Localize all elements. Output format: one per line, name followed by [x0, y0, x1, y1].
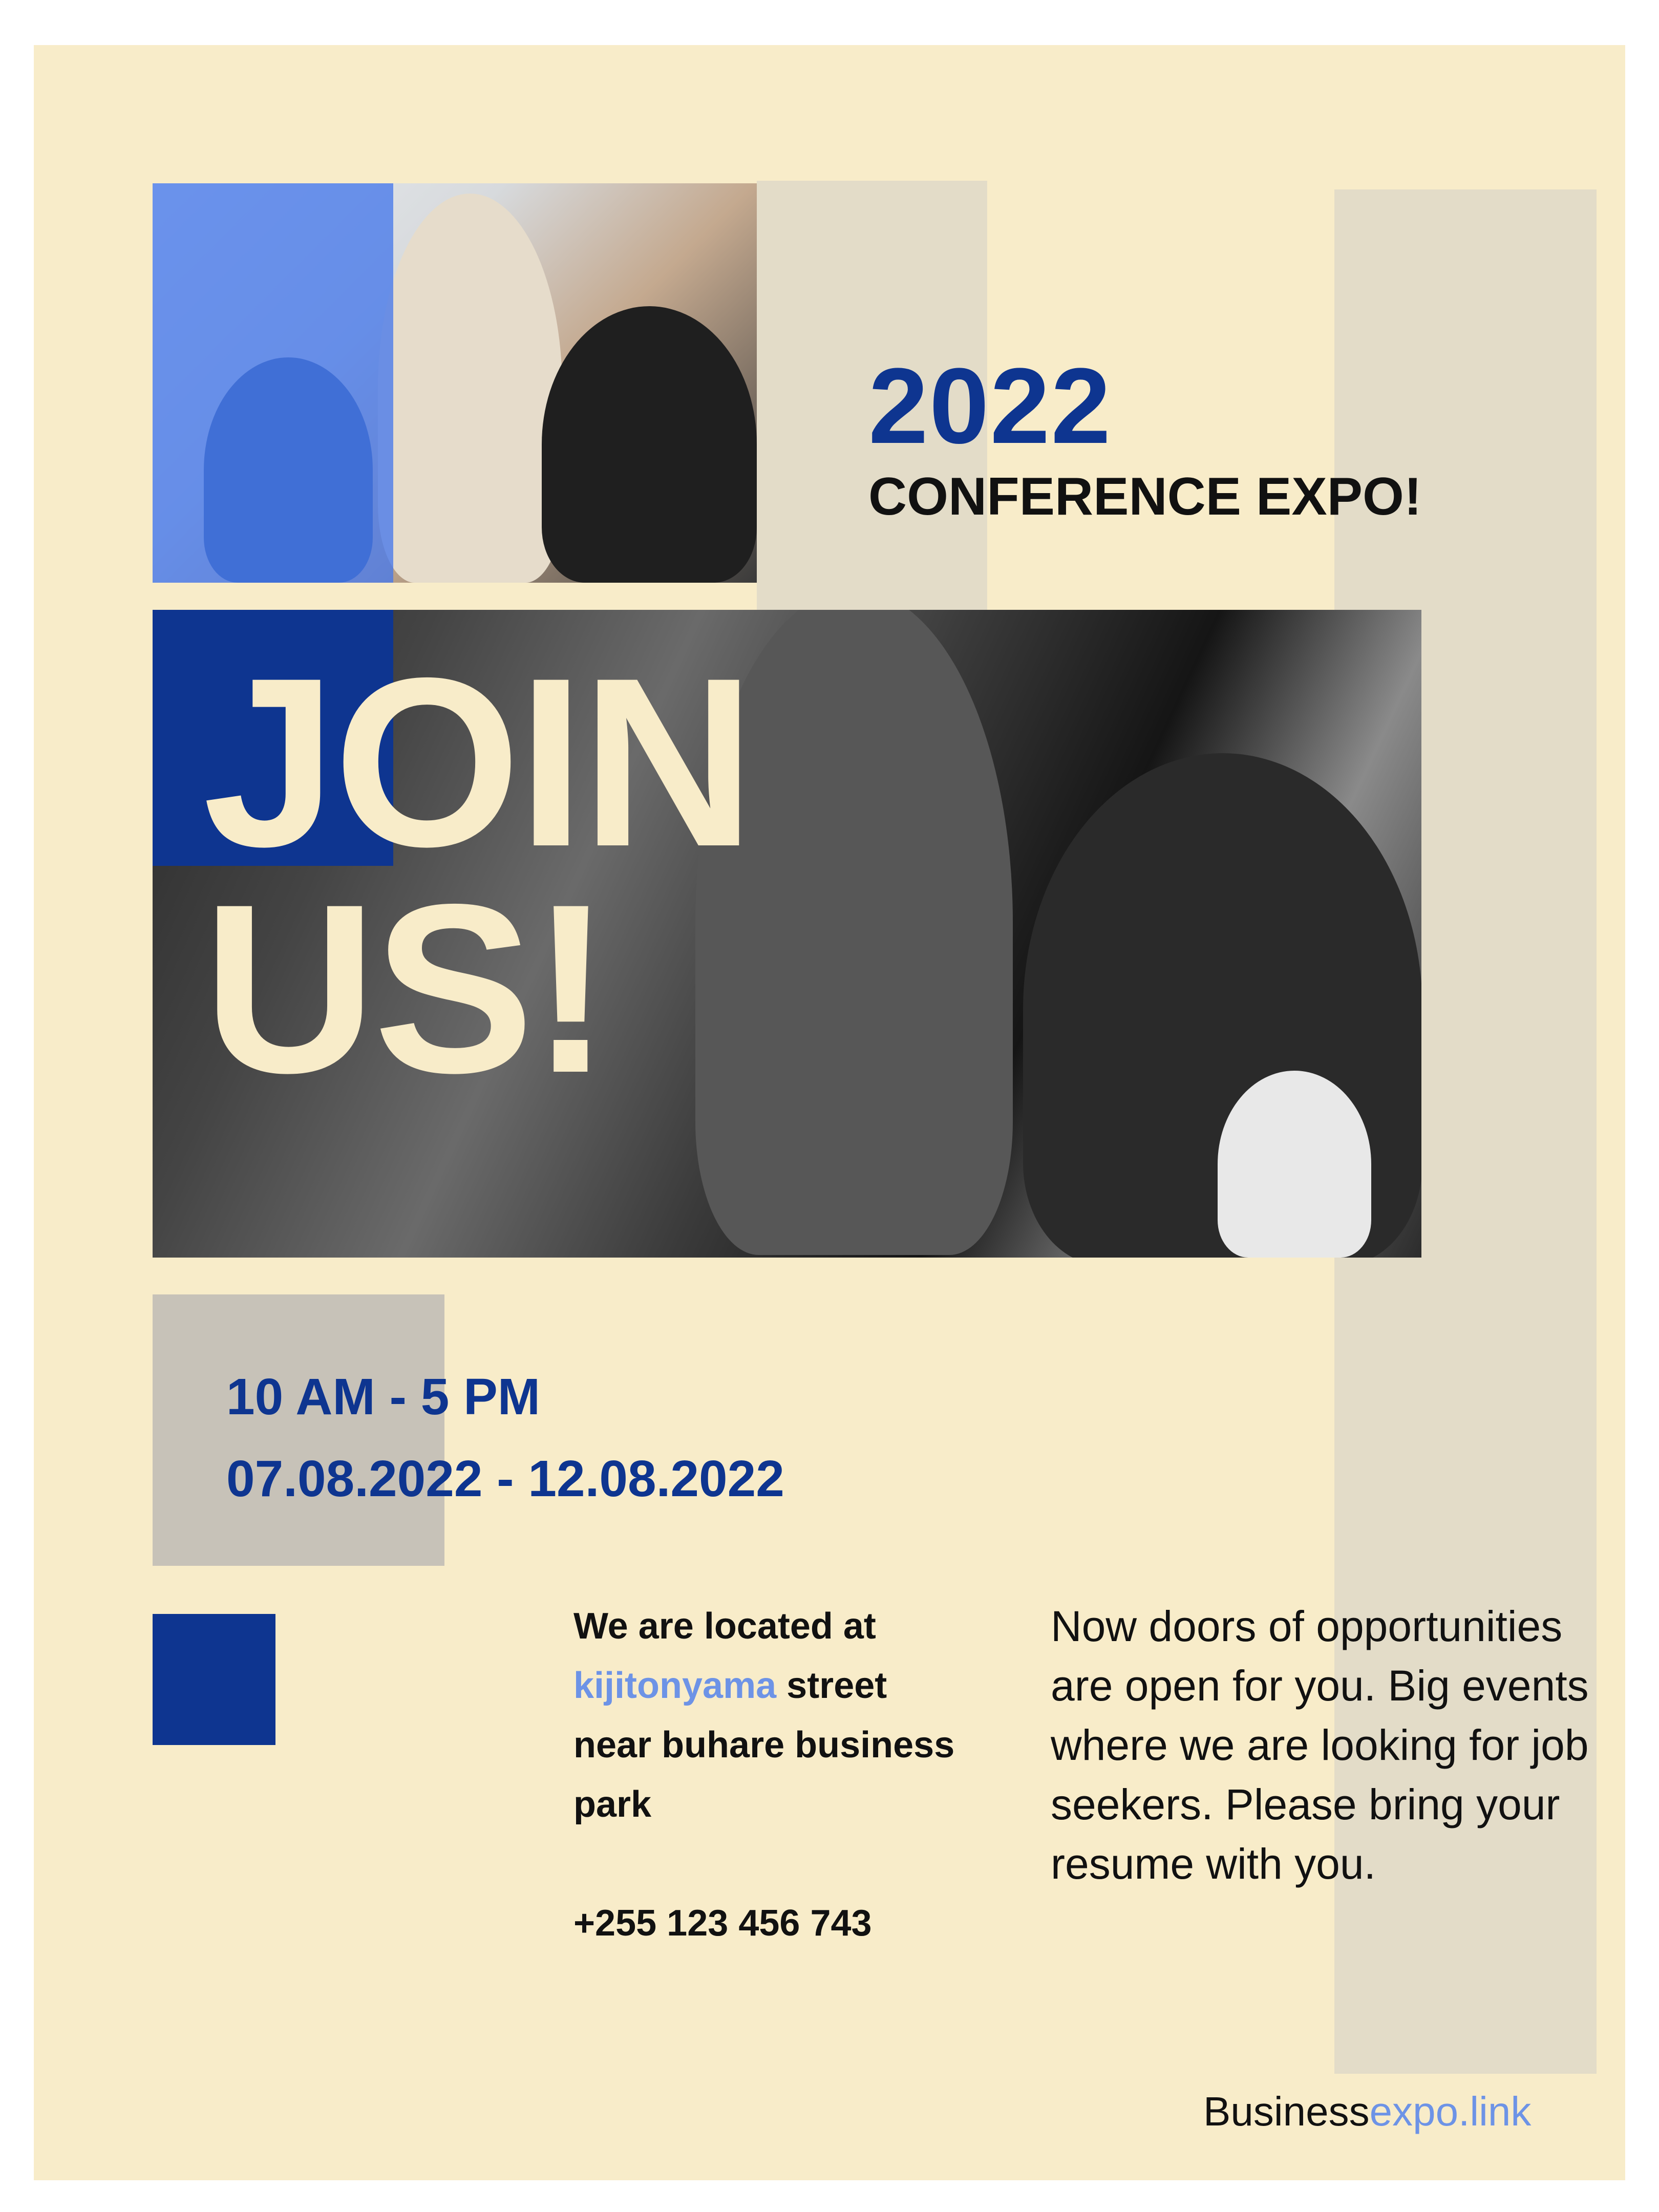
- street-suffix: street: [786, 1665, 887, 1706]
- blue-overlay: [153, 183, 393, 583]
- poster: 2022 CONFERENCE EXPO! JOIN US! 10 AM - 5…: [34, 45, 1625, 2180]
- photo-figure: [542, 306, 757, 583]
- photo-figure: [1218, 1071, 1371, 1258]
- event-subtitle: CONFERENCE EXPO!: [868, 467, 1422, 526]
- event-dates: 07.08.2022 - 12.08.2022: [226, 1450, 784, 1507]
- headline-line-2: US!: [203, 854, 611, 1123]
- decor-square: [153, 1614, 275, 1745]
- team-photo: [153, 183, 757, 583]
- website[interactable]: Businessexpo.link: [1203, 2088, 1531, 2135]
- location-street: kijitonyama street: [573, 1656, 1034, 1715]
- location-intro: We are located at: [573, 1606, 876, 1647]
- phone-number: +255 123 456 743: [573, 1903, 872, 1944]
- photo-figure: [378, 194, 562, 583]
- headline-line-1: JOIN: [203, 628, 755, 897]
- street-name: kijitonyama: [573, 1665, 777, 1706]
- event-description: Now doors of opportunities are open for …: [1051, 1602, 1589, 1888]
- site-suffix: expo.link: [1369, 2089, 1532, 2134]
- event-year: 2022: [868, 346, 1112, 466]
- site-prefix: Business: [1203, 2089, 1370, 2134]
- event-time: 10 AM - 5 PM: [226, 1368, 541, 1426]
- headline: JOIN US!: [203, 628, 755, 1123]
- schedule: 10 AM - 5 PM 07.08.2022 - 12.08.2022: [226, 1356, 784, 1520]
- location-block: We are located at kijitonyama street nea…: [573, 1597, 1034, 1953]
- location-rest: near buhare business park: [573, 1725, 955, 1825]
